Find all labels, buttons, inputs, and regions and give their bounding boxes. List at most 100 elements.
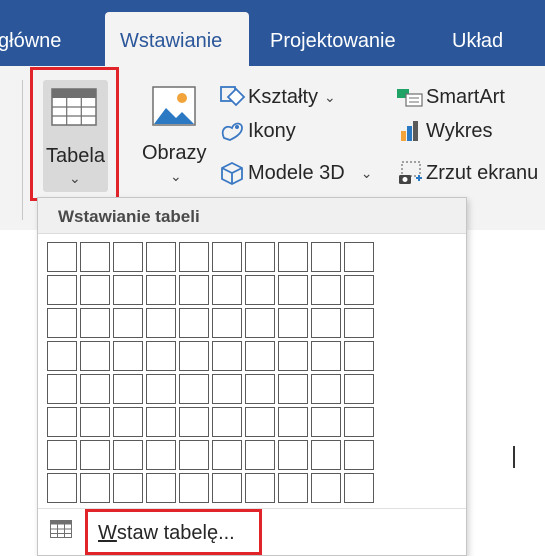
grid-cell[interactable] [146,308,176,338]
grid-cell[interactable] [278,242,308,272]
grid-cell[interactable] [212,440,242,470]
smartart-button-label: SmartArt [426,85,505,108]
grid-cell[interactable] [113,473,143,503]
grid-cell[interactable] [146,407,176,437]
grid-cell[interactable] [80,341,110,371]
grid-cell[interactable] [212,308,242,338]
grid-cell[interactable] [212,242,242,272]
grid-cell[interactable] [212,374,242,404]
grid-cell[interactable] [146,341,176,371]
grid-cell[interactable] [311,407,341,437]
pictures-button-label: Obrazy [142,142,207,164]
grid-cell[interactable] [278,308,308,338]
grid-cell[interactable] [311,308,341,338]
grid-cell[interactable] [311,374,341,404]
grid-cell[interactable] [311,242,341,272]
tab-home[interactable]: główne [0,30,61,53]
grid-cell[interactable] [311,341,341,371]
tab-design[interactable]: Projektowanie [270,30,396,53]
grid-cell[interactable] [344,407,374,437]
grid-cell[interactable] [344,275,374,305]
grid-cell[interactable] [113,308,143,338]
shapes-button[interactable]: Kształty ⌄ [218,82,336,112]
grid-cell[interactable] [80,374,110,404]
grid-cell[interactable] [146,440,176,470]
grid-cell[interactable] [245,341,275,371]
grid-cell[interactable] [212,341,242,371]
grid-cell[interactable] [113,374,143,404]
3d-models-button[interactable]: Modele 3D ⌄ [218,158,372,188]
grid-cell[interactable] [80,242,110,272]
grid-cell[interactable] [47,275,77,305]
grid-cell[interactable] [278,407,308,437]
grid-cell[interactable] [278,275,308,305]
grid-cell[interactable] [47,473,77,503]
grid-cell[interactable] [47,308,77,338]
grid-cell[interactable] [245,440,275,470]
grid-cell[interactable] [47,440,77,470]
grid-cell[interactable] [212,473,242,503]
insert-table-label: Wstaw tabelę... [98,522,235,545]
grid-cell[interactable] [146,275,176,305]
table-button-label: Tabela [46,145,105,167]
grid-cell[interactable] [179,473,209,503]
grid-cell[interactable] [113,242,143,272]
chart-button[interactable]: Wykres [396,116,492,146]
grid-cell[interactable] [245,374,275,404]
grid-cell[interactable] [80,308,110,338]
grid-cell[interactable] [278,440,308,470]
grid-cell[interactable] [113,275,143,305]
grid-cell[interactable] [344,242,374,272]
grid-cell[interactable] [80,440,110,470]
grid-cell[interactable] [179,374,209,404]
grid-cell[interactable] [311,440,341,470]
grid-cell[interactable] [47,341,77,371]
grid-cell[interactable] [212,407,242,437]
grid-cell[interactable] [311,473,341,503]
grid-cell[interactable] [245,275,275,305]
grid-cell[interactable] [344,308,374,338]
grid-cell[interactable] [245,308,275,338]
screenshot-button[interactable]: Zrzut ekranu [396,158,538,188]
grid-cell[interactable] [245,473,275,503]
text-cursor [513,446,515,468]
grid-cell[interactable] [80,473,110,503]
grid-cell[interactable] [113,440,143,470]
grid-cell[interactable] [47,242,77,272]
grid-cell[interactable] [278,341,308,371]
grid-cell[interactable] [344,440,374,470]
tab-layout[interactable]: Układ [452,30,503,53]
grid-cell[interactable] [146,374,176,404]
grid-cell[interactable] [245,242,275,272]
grid-cell[interactable] [113,341,143,371]
grid-cell[interactable] [47,374,77,404]
3d-models-button-label: Modele 3D [248,161,345,184]
chevron-down-icon: ⌄ [69,170,81,186]
grid-cell[interactable] [344,473,374,503]
insert-table-menu-item[interactable]: Wstaw tabelę... [85,509,262,555]
grid-cell[interactable] [212,275,242,305]
grid-cell[interactable] [311,275,341,305]
grid-cell[interactable] [179,275,209,305]
grid-cell[interactable] [344,341,374,371]
pictures-button[interactable]: Obrazy ⌄ [138,76,213,196]
grid-cell[interactable] [47,407,77,437]
grid-cell[interactable] [179,242,209,272]
grid-cell[interactable] [80,275,110,305]
grid-cell[interactable] [245,407,275,437]
grid-cell[interactable] [179,341,209,371]
grid-cell[interactable] [344,374,374,404]
grid-cell[interactable] [179,440,209,470]
grid-cell[interactable] [278,473,308,503]
grid-cell[interactable] [146,473,176,503]
icons-button[interactable]: Ikony [218,116,296,146]
grid-cell[interactable] [179,308,209,338]
grid-cell[interactable] [113,407,143,437]
grid-cell[interactable] [80,407,110,437]
grid-cell[interactable] [146,242,176,272]
smartart-button[interactable]: SmartArt [396,82,505,112]
grid-cell[interactable] [278,374,308,404]
table-button[interactable]: Tabela ⌄ [30,67,119,201]
chevron-down-icon: ⌄ [324,88,336,105]
grid-cell[interactable] [179,407,209,437]
